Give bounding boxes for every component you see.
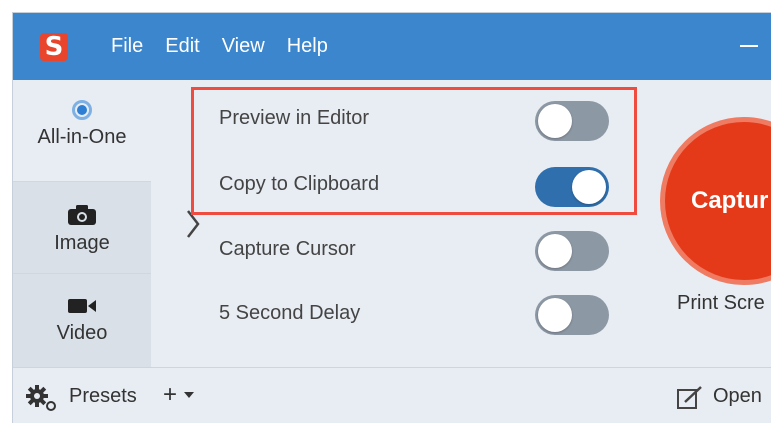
minimize-button[interactable] <box>740 45 758 47</box>
tab-video-label: Video <box>56 322 108 344</box>
snagit-logo-icon: S <box>40 33 68 61</box>
toggle-capture-cursor[interactable] <box>535 231 609 271</box>
toggle-knob <box>538 298 572 332</box>
option-capture-cursor-label: Capture Cursor <box>219 238 356 260</box>
toggle-knob <box>538 234 572 268</box>
camera-icon <box>68 205 96 225</box>
caret-down-icon[interactable] <box>184 392 194 398</box>
menu-view[interactable]: View <box>222 35 265 58</box>
add-preset-button[interactable]: + <box>163 381 177 409</box>
tab-image-label: Image <box>54 232 110 254</box>
footer-bar: Presets + Open <box>13 367 771 423</box>
tab-video[interactable]: Video <box>13 273 151 368</box>
menu-help[interactable]: Help <box>287 35 328 58</box>
gear-icon[interactable] <box>25 384 59 412</box>
menu-bar: File Edit View Help <box>111 13 350 80</box>
presets-label[interactable]: Presets <box>69 385 137 408</box>
open-editor-label[interactable]: Open <box>713 385 762 408</box>
video-camera-icon <box>68 299 96 313</box>
tab-all-in-one[interactable]: All-in-One <box>13 80 151 181</box>
menu-edit[interactable]: Edit <box>165 35 199 58</box>
radio-selected-icon <box>72 100 92 120</box>
capture-hotkey-label: Print Scre <box>677 292 765 314</box>
option-5-second-delay-label: 5 Second Delay <box>219 302 361 324</box>
tab-image[interactable]: Image <box>13 181 151 274</box>
open-editor-icon[interactable] <box>677 386 703 410</box>
capture-button[interactable]: Captur <box>660 117 771 285</box>
title-bar: S File Edit View Help <box>13 13 771 80</box>
menu-file[interactable]: File <box>111 35 143 58</box>
toggle-5-second-delay[interactable] <box>535 295 609 335</box>
snagit-capture-window: S File Edit View Help All-in-One Image V… <box>12 12 771 423</box>
tab-all-in-one-label: All-in-One <box>37 126 127 148</box>
highlight-box <box>191 87 637 215</box>
